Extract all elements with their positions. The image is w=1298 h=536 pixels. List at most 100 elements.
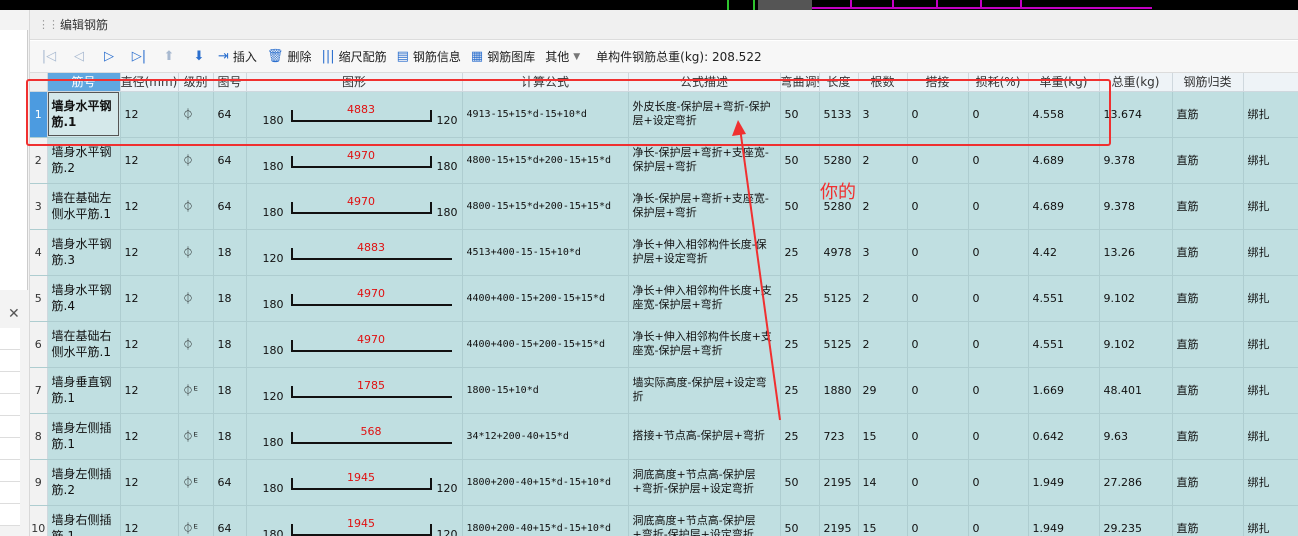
cell-figure-no[interactable]: 64 bbox=[213, 459, 247, 506]
column-header[interactable]: 总重(kg) bbox=[1099, 73, 1173, 92]
cell-formula[interactable]: 4800-15+15*d+200-15+15*d bbox=[462, 183, 629, 230]
cell-grade[interactable]: ⏀ bbox=[178, 321, 214, 368]
cell-diameter[interactable]: 12 bbox=[120, 321, 179, 368]
cell-bar-name[interactable]: 墙身左侧插筋.2 bbox=[47, 459, 121, 506]
table-row[interactable]: 6 墙在基础右侧水平筋.1 12 ⏀ 18 180 4970 4400+400-15+200-… bbox=[30, 321, 1298, 368]
cell-grade[interactable]: ⏀ᴱ bbox=[178, 505, 214, 536]
cell-total-weight[interactable]: 9.63 bbox=[1099, 413, 1173, 460]
first-record-icon[interactable]: |◁ bbox=[38, 46, 60, 68]
cell-unit-weight[interactable]: 1.949 bbox=[1028, 505, 1100, 536]
cell-total-weight[interactable]: 29.235 bbox=[1099, 505, 1173, 536]
panel-titlebar[interactable]: ⋮⋮ 编辑钢筋 bbox=[30, 10, 1298, 40]
cell-loss[interactable]: 0 bbox=[968, 183, 1029, 230]
cell-loss[interactable]: 0 bbox=[968, 321, 1029, 368]
cell-bar-name[interactable]: 墙身水平钢筋.2 bbox=[47, 137, 121, 184]
cell-formula[interactable]: 1800+200-40+15*d-15+10*d bbox=[462, 505, 629, 536]
cell-shape[interactable]: 180 1945 120 bbox=[246, 505, 463, 536]
cell-diameter[interactable]: 12 bbox=[120, 505, 179, 536]
cell-category[interactable]: 直筋 bbox=[1172, 321, 1244, 368]
table-row[interactable]: 9 墙身左侧插筋.2 12 ⏀ᴱ 64 180 1945 120 1800+200-40+15*… bbox=[30, 459, 1298, 506]
cell-total-weight[interactable]: 9.102 bbox=[1099, 321, 1173, 368]
cell-count[interactable]: 3 bbox=[858, 91, 908, 138]
cell-loss[interactable]: 0 bbox=[968, 275, 1029, 322]
cell-bend-adjust[interactable]: 50 bbox=[780, 459, 820, 506]
cell-bend-adjust[interactable]: 25 bbox=[780, 229, 820, 276]
cell-total-weight[interactable]: 13.674 bbox=[1099, 91, 1173, 138]
row-index[interactable]: 1 bbox=[30, 91, 48, 138]
cell-bend-adjust[interactable]: 50 bbox=[780, 91, 820, 138]
cell-bend-adjust[interactable]: 50 bbox=[780, 183, 820, 230]
cell-length[interactable]: 1880 bbox=[819, 367, 859, 414]
column-header[interactable]: 弯曲调整 bbox=[780, 73, 820, 92]
column-header[interactable]: 筋号 bbox=[47, 73, 121, 92]
cell-grade[interactable]: ⏀ bbox=[178, 229, 214, 276]
cell-shape[interactable]: 180 4883 120 bbox=[246, 91, 463, 138]
row-index[interactable]: 6 bbox=[30, 321, 48, 368]
last-record-icon[interactable]: ▷| bbox=[128, 46, 150, 68]
cell-tie-type[interactable]: 绑扎 bbox=[1243, 275, 1298, 322]
prev-record-icon[interactable]: ◁ bbox=[68, 46, 90, 68]
cell-figure-no[interactable]: 64 bbox=[213, 91, 247, 138]
cell-diameter[interactable]: 12 bbox=[120, 413, 179, 460]
cell-bar-name[interactable]: 墙身右侧插筋.1 bbox=[47, 505, 121, 536]
cell-figure-no[interactable]: 18 bbox=[213, 321, 247, 368]
cell-formula-description[interactable]: 净长+伸入相邻构件长度-保护层+设定弯折 bbox=[628, 229, 781, 276]
cell-loss[interactable]: 0 bbox=[968, 505, 1029, 536]
cell-lap[interactable]: 0 bbox=[907, 459, 969, 506]
cell-formula-description[interactable]: 净长-保护层+弯折+支座宽-保护层+弯折 bbox=[628, 137, 781, 184]
cell-lap[interactable]: 0 bbox=[907, 229, 969, 276]
cell-tie-type[interactable]: 绑扎 bbox=[1243, 321, 1298, 368]
row-index[interactable]: 10 bbox=[30, 505, 48, 536]
cell-formula-description[interactable]: 净长+伸入相邻构件长度+支座宽-保护层+弯折 bbox=[628, 321, 781, 368]
cell-category[interactable]: 直筋 bbox=[1172, 413, 1244, 460]
cell-tie-type[interactable]: 绑扎 bbox=[1243, 413, 1298, 460]
cell-formula[interactable]: 4800-15+15*d+200-15+15*d bbox=[462, 137, 629, 184]
cell-formula[interactable]: 4513+400-15-15+10*d bbox=[462, 229, 629, 276]
row-index[interactable]: 5 bbox=[30, 275, 48, 322]
cell-unit-weight[interactable]: 0.642 bbox=[1028, 413, 1100, 460]
cell-category[interactable]: 直筋 bbox=[1172, 275, 1244, 322]
cell-lap[interactable]: 0 bbox=[907, 505, 969, 536]
cell-figure-no[interactable]: 18 bbox=[213, 275, 247, 322]
cell-grade[interactable]: ⏀ bbox=[178, 137, 214, 184]
row-index[interactable]: 9 bbox=[30, 459, 48, 506]
cell-unit-weight[interactable]: 4.551 bbox=[1028, 275, 1100, 322]
cell-length[interactable]: 2195 bbox=[819, 505, 859, 536]
cell-shape[interactable]: 180 4970 bbox=[246, 275, 463, 322]
cell-diameter[interactable]: 12 bbox=[120, 183, 179, 230]
cell-bend-adjust[interactable]: 50 bbox=[780, 505, 820, 536]
cell-category[interactable]: 直筋 bbox=[1172, 459, 1244, 506]
cell-figure-no[interactable]: 64 bbox=[213, 505, 247, 536]
cell-category[interactable]: 直筋 bbox=[1172, 505, 1244, 536]
column-header[interactable]: 钢筋归类 bbox=[1172, 73, 1244, 92]
cell-length[interactable]: 4978 bbox=[819, 229, 859, 276]
cell-tie-type[interactable]: 绑扎 bbox=[1243, 367, 1298, 414]
cell-count[interactable]: 29 bbox=[858, 367, 908, 414]
cell-shape[interactable]: 180 4970 180 bbox=[246, 183, 463, 230]
cell-figure-no[interactable]: 18 bbox=[213, 413, 247, 460]
cell-length[interactable]: 723 bbox=[819, 413, 859, 460]
cell-lap[interactable]: 0 bbox=[907, 183, 969, 230]
cell-category[interactable]: 直筋 bbox=[1172, 183, 1244, 230]
cell-length[interactable]: 5133 bbox=[819, 91, 859, 138]
cell-lap[interactable]: 0 bbox=[907, 367, 969, 414]
cell-lap[interactable]: 0 bbox=[907, 137, 969, 184]
rebar-info-button[interactable]: ▤ 钢筋信息 bbox=[397, 48, 461, 65]
table-row[interactable]: 5 墙身水平钢筋.4 12 ⏀ 18 180 4970 4400+400-15+200-15+… bbox=[30, 275, 1298, 322]
close-icon[interactable]: ✕ bbox=[8, 306, 20, 322]
cell-shape[interactable]: 120 1785 bbox=[246, 367, 463, 414]
row-index[interactable]: 3 bbox=[30, 183, 48, 230]
cell-formula-description[interactable]: 净长+伸入相邻构件长度+支座宽-保护层+弯折 bbox=[628, 275, 781, 322]
cell-formula-description[interactable]: 搭接+节点高-保护层+弯折 bbox=[628, 413, 781, 460]
cell-total-weight[interactable]: 48.401 bbox=[1099, 367, 1173, 414]
cell-count[interactable]: 2 bbox=[858, 183, 908, 230]
column-header[interactable]: 公式描述 bbox=[628, 73, 781, 92]
cell-count[interactable]: 15 bbox=[858, 505, 908, 536]
cell-diameter[interactable]: 12 bbox=[120, 367, 179, 414]
column-header[interactable]: 图号 bbox=[213, 73, 247, 92]
cell-figure-no[interactable]: 18 bbox=[213, 229, 247, 276]
cell-shape[interactable]: 180 4970 180 bbox=[246, 137, 463, 184]
insert-button[interactable]: ⇥ 插入 bbox=[218, 48, 257, 65]
cell-formula-description[interactable]: 洞底高度+节点高-保护层+弯折-保护层+设定弯折 bbox=[628, 505, 781, 536]
column-header[interactable]: 根数 bbox=[858, 73, 908, 92]
